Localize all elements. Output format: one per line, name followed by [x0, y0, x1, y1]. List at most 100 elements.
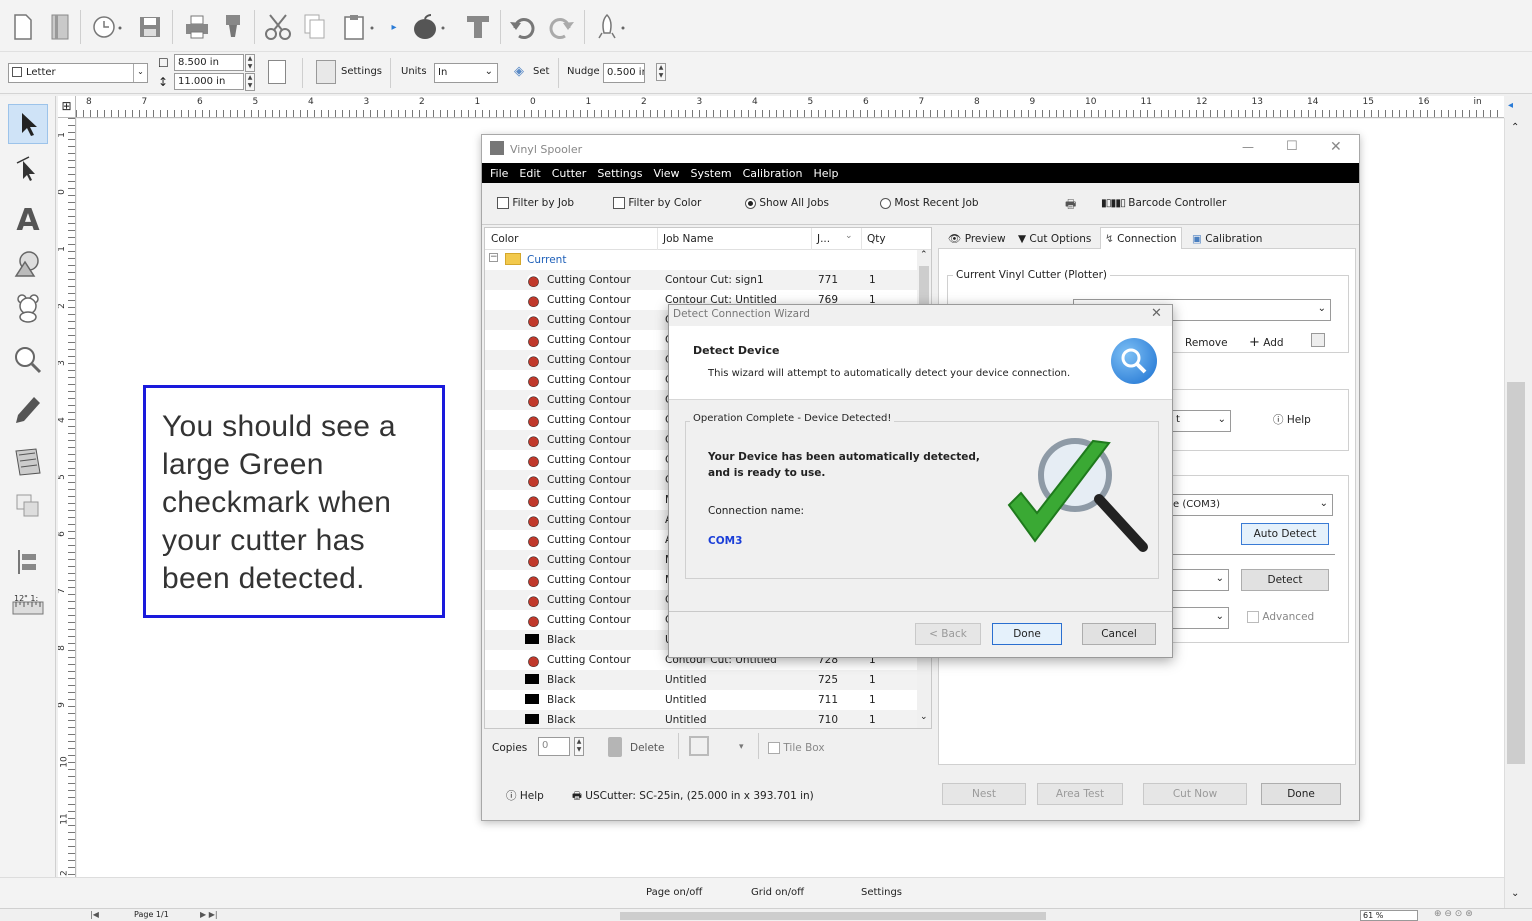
nudge-input[interactable]: 0.500 in: [603, 63, 645, 83]
align-icon[interactable]: [8, 542, 48, 582]
cutter-icon[interactable]: [218, 10, 248, 44]
tab-connection[interactable]: ↯ Connection: [1100, 227, 1182, 250]
height-input[interactable]: 11.000 in: [174, 73, 244, 90]
zoom-input[interactable]: 61 %: [1360, 910, 1418, 921]
col-job-number[interactable]: J...: [817, 233, 830, 245]
menu-settings[interactable]: Settings: [597, 167, 642, 180]
copies-spinner[interactable]: ▲ ▼: [574, 737, 584, 756]
paste-icon[interactable]: [338, 10, 382, 44]
paper-checkbox[interactable]: [12, 67, 22, 77]
table-row[interactable]: Black Untitled 725 1: [485, 670, 917, 690]
table-row[interactable]: Black Untitled 711 1: [485, 690, 917, 710]
zoom-controls-icon[interactable]: ⊕ ⊖ ⊙ ⊛: [1434, 909, 1473, 919]
port-select[interactable]: e (COM3) ⌄: [1169, 494, 1333, 516]
ruler-origin-icon[interactable]: ⊞: [58, 96, 76, 117]
detect-button[interactable]: Detect: [1241, 569, 1329, 591]
col-job-name[interactable]: Job Name: [663, 233, 714, 245]
menu-file[interactable]: File: [490, 167, 508, 180]
trash-icon[interactable]: [608, 737, 622, 757]
collapse-icon[interactable]: −: [489, 253, 498, 262]
settings-button[interactable]: Settings: [341, 66, 382, 77]
menu-edit[interactable]: Edit: [519, 167, 540, 180]
first-page-icon[interactable]: |◀: [90, 910, 99, 919]
table-row[interactable]: Cutting Contour Contour Cut: sign1 771 1: [485, 270, 917, 290]
dropdown-arrow-icon[interactable]: ▾: [739, 742, 744, 752]
protocol-select[interactable]: ⌄: [1169, 607, 1229, 629]
arrow-right-icon[interactable]: ▸: [388, 10, 400, 44]
delete-button[interactable]: Delete: [630, 742, 665, 754]
menu-view[interactable]: View: [653, 167, 679, 180]
redo-icon[interactable]: [544, 10, 578, 44]
select-arrow-icon[interactable]: [8, 104, 48, 144]
menu-system[interactable]: System: [691, 167, 732, 180]
paper-size-select[interactable]: Letter ⌄: [8, 63, 148, 83]
minimize-icon[interactable]: —: [1242, 140, 1254, 154]
col-color[interactable]: Color: [491, 233, 518, 245]
height-spinner[interactable]: ▲ ▼: [245, 73, 255, 91]
tab-cut-options[interactable]: ▼ Cut Options: [1014, 229, 1095, 249]
baud-select[interactable]: ⌄: [1169, 569, 1229, 591]
nest-button[interactable]: Nest: [942, 783, 1026, 805]
auto-detect-button[interactable]: Auto Detect: [1241, 523, 1329, 545]
undo-icon[interactable]: [506, 10, 540, 44]
wizard-back-button[interactable]: < Back: [915, 623, 981, 645]
horizontal-scroll-thumb[interactable]: [620, 912, 1046, 920]
next-page-icon[interactable]: ▶ ▶|: [200, 910, 218, 919]
vertical-scrollbar[interactable]: ⌃ ⌄: [1504, 118, 1528, 908]
text-a-icon[interactable]: A: [8, 200, 48, 240]
scroll-down-icon[interactable]: ⌄: [1511, 888, 1519, 899]
table-row[interactable]: Black Untitled 710 1: [485, 710, 917, 728]
scroll-thumb[interactable]: [1507, 382, 1525, 764]
cut-now-button[interactable]: Cut Now: [1143, 783, 1247, 805]
save-icon[interactable]: [135, 10, 165, 44]
settings-icon[interactable]: [316, 60, 336, 84]
grid-toggle[interactable]: Grid on/off: [751, 887, 804, 898]
new-file-icon[interactable]: [8, 10, 38, 44]
cut-scissors-icon[interactable]: [260, 10, 296, 44]
weld-shape-icon[interactable]: [8, 486, 48, 526]
col-qty[interactable]: Qty: [867, 233, 886, 245]
help-link[interactable]: ⓘ Help: [1273, 412, 1311, 427]
tab-calibration[interactable]: ▣ Calibration: [1188, 229, 1266, 249]
zoom-magnifier-icon[interactable]: [8, 340, 48, 380]
tile-box-checkbox[interactable]: Tile Box: [768, 742, 825, 754]
width-spinner[interactable]: ▲ ▼: [245, 54, 255, 72]
status-settings[interactable]: Settings: [861, 887, 902, 898]
filter-job-checkbox[interactable]: [497, 197, 509, 209]
scroll-up-icon[interactable]: ⌃: [1511, 122, 1519, 133]
copy-icon[interactable]: [298, 10, 332, 44]
menu-calibration[interactable]: Calibration: [743, 167, 803, 180]
open-book-icon[interactable]: [45, 10, 75, 44]
filter-by-color[interactable]: Filter by Color: [613, 197, 701, 209]
advanced-checkbox[interactable]: Advanced: [1247, 611, 1314, 623]
help-bottom[interactable]: ⓘ Help: [506, 788, 544, 803]
pattern-fill-icon[interactable]: [8, 442, 48, 482]
save-disk-icon[interactable]: [689, 736, 709, 756]
remove-button[interactable]: Remove: [1185, 337, 1228, 349]
wizard-close-icon[interactable]: ✕: [1151, 306, 1162, 321]
barcode-controller-button[interactable]: ▮▯▮▮▯ Barcode Controller: [1101, 197, 1226, 209]
maximize-icon[interactable]: ☐: [1286, 139, 1298, 154]
area-test-button[interactable]: Area Test: [1037, 783, 1123, 805]
wizard-done-button[interactable]: Done: [992, 623, 1062, 645]
cutter-settings-icon[interactable]: [1311, 333, 1325, 347]
nudge-spinner[interactable]: ▲ ▼: [656, 63, 666, 81]
list-scroll-down-icon[interactable]: ⌄: [920, 712, 928, 722]
show-all-jobs-radio[interactable]: Show All Jobs: [745, 197, 829, 209]
apple-icon[interactable]: [408, 10, 452, 44]
filter-by-job[interactable]: Filter by Job: [497, 197, 574, 209]
width-input[interactable]: 8.500 in: [174, 54, 244, 71]
text-tool-icon[interactable]: [460, 10, 496, 44]
clock-icon[interactable]: [88, 10, 128, 44]
most-recent-job-radio[interactable]: Most Recent Job: [880, 197, 979, 209]
page-toggle[interactable]: Page on/off: [646, 887, 702, 898]
set-button[interactable]: Set: [533, 66, 549, 77]
rocket-icon[interactable]: [590, 10, 630, 44]
copies-input[interactable]: 0: [538, 737, 570, 756]
wizard-cancel-button[interactable]: Cancel: [1082, 623, 1156, 645]
close-icon[interactable]: ✕: [1330, 139, 1342, 155]
pen-tool-icon[interactable]: [8, 390, 48, 430]
printer-icon[interactable]: 🖶: [1065, 195, 1076, 216]
tab-preview[interactable]: 👁 Preview: [944, 229, 1010, 249]
model-select[interactable]: t ⌄: [1169, 410, 1231, 432]
